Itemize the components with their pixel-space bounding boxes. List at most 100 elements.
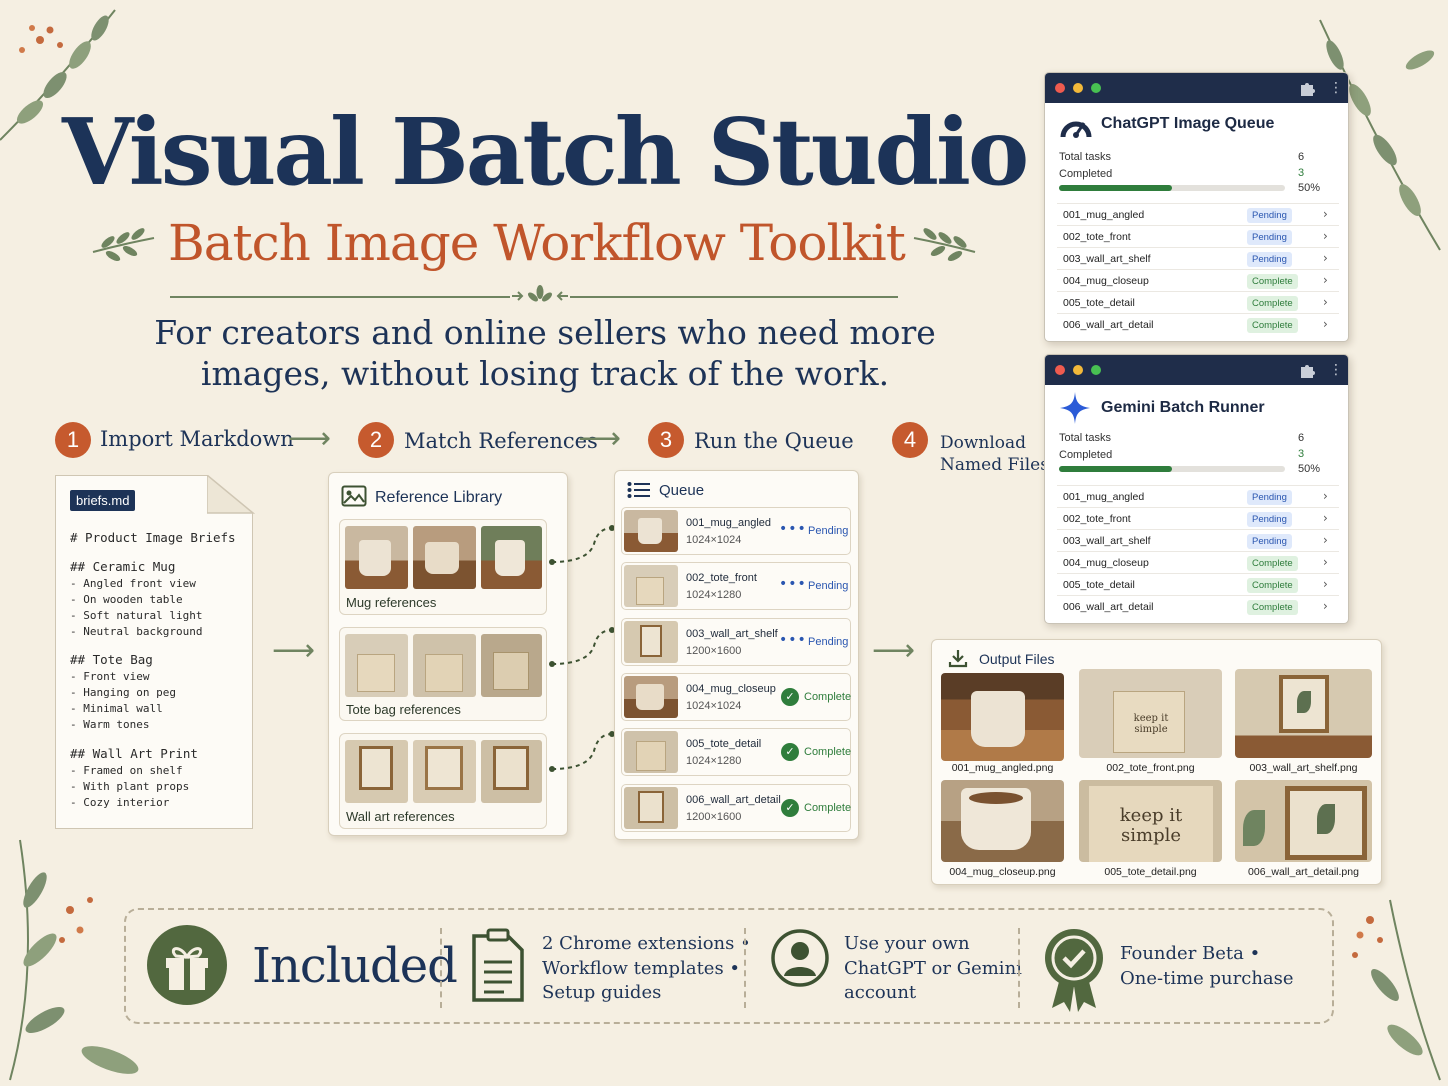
pending-dots-icon: ••• — [779, 576, 807, 592]
ref-group-mug[interactable]: Mug references — [339, 519, 547, 615]
status-badge: Pending — [1247, 208, 1292, 223]
queue-row[interactable]: 005_tote_detail 1024×1280 ✓ Complete — [621, 728, 851, 776]
task-row[interactable]: 006_wall_art_detail Complete › — [1057, 595, 1339, 617]
doc-item: - Minimal wall — [70, 702, 163, 715]
wall-art-reference-thumb — [345, 740, 408, 803]
queue-item-size: 1200×1600 — [686, 811, 742, 823]
close-dot[interactable] — [1055, 365, 1065, 375]
queue-row[interactable]: 006_wall_art_detail 1200×1600 ✓ Complete — [621, 784, 851, 832]
included-item: 2 Chrome extensions • — [542, 933, 751, 954]
output-image[interactable] — [941, 673, 1064, 761]
offer-text: Founder Beta • One-time purchase — [1120, 942, 1294, 991]
total-tasks-value: 6 — [1298, 432, 1305, 444]
queue-item-name: 004_mug_closeup — [686, 683, 776, 695]
step-1-label: Import Markdown — [100, 427, 294, 451]
doc-item: - Framed on shelf — [70, 764, 183, 777]
mug-reference-thumb — [481, 526, 542, 589]
ref-group-wall-art[interactable]: Wall art references — [339, 733, 547, 829]
task-row[interactable]: 002_tote_front Pending › — [1057, 507, 1339, 529]
more-menu-icon[interactable]: ⋮ — [1329, 78, 1343, 98]
minimize-dot[interactable] — [1073, 83, 1083, 93]
task-name: 005_tote_detail — [1063, 297, 1135, 309]
progress-bar — [1059, 185, 1285, 191]
task-row[interactable]: 006_wall_art_detail Complete › — [1057, 313, 1339, 335]
queue-item-size: 1024×1280 — [686, 589, 742, 601]
markdown-document[interactable]: briefs.md # Product Image Briefs ## Cera… — [55, 475, 253, 829]
sprig-right-icon — [913, 228, 976, 262]
output-image[interactable] — [1235, 669, 1372, 758]
chevron-right-icon[interactable]: › — [1323, 577, 1328, 591]
chevron-right-icon[interactable]: › — [1323, 229, 1328, 243]
task-row[interactable]: 004_mug_closeup Complete › — [1057, 269, 1339, 291]
queue-row[interactable]: 001_mug_angled 1024×1024 ••• Pending — [621, 507, 851, 555]
queue-item-status: Complete — [804, 746, 852, 758]
task-row[interactable]: 001_mug_angled Pending › — [1057, 485, 1339, 507]
chevron-right-icon[interactable]: › — [1323, 511, 1328, 525]
output-image[interactable]: keep it simple — [1079, 669, 1222, 758]
check-icon: ✓ — [781, 743, 799, 761]
step-2-label: Match References — [404, 429, 598, 453]
chevron-right-icon[interactable]: › — [1323, 489, 1328, 503]
mug-reference-thumb — [345, 526, 408, 589]
queue-thumb — [624, 731, 678, 773]
progress-fill — [1059, 466, 1172, 472]
queue-row[interactable]: 004_mug_closeup 1024×1024 ✓ Complete — [621, 673, 851, 721]
chevron-right-icon[interactable]: › — [1323, 207, 1328, 221]
minimize-dot[interactable] — [1073, 365, 1083, 375]
close-dot[interactable] — [1055, 83, 1065, 93]
queue-item-size: 1024×1024 — [686, 700, 742, 712]
doc-item: - With plant props — [70, 780, 190, 793]
doc-section-heading: ## Tote Bag — [70, 652, 153, 667]
task-row[interactable]: 003_wall_art_shelf Pending › — [1057, 247, 1339, 269]
chevron-right-icon[interactable]: › — [1323, 273, 1328, 287]
included-banner: Included 2 Chrome extensions • Workflow … — [124, 908, 1334, 1024]
chevron-right-icon[interactable]: › — [1323, 295, 1328, 309]
doc-item: - Soft natural light — [70, 609, 203, 622]
task-row[interactable]: 005_tote_detail Complete › — [1057, 291, 1339, 313]
extension-title: Gemini Batch Runner — [1101, 399, 1265, 416]
puzzle-icon[interactable] — [1298, 80, 1316, 98]
step-3-label: Run the Queue — [694, 429, 854, 453]
document-icon — [472, 928, 524, 1002]
doc-item: - On wooden table — [70, 593, 183, 606]
included-item: Workflow templates • — [542, 957, 741, 979]
chevron-right-icon[interactable]: › — [1323, 533, 1328, 547]
reference-library-panel: Reference Library Mug references Tote ba… — [328, 472, 568, 836]
status-badge: Pending — [1247, 512, 1292, 527]
task-row[interactable]: 005_tote_detail Complete › — [1057, 573, 1339, 595]
completed-value: 3 — [1298, 448, 1305, 460]
output-image[interactable] — [1235, 780, 1372, 862]
output-files-title: Output Files — [979, 651, 1055, 667]
doc-section-heading: ## Wall Art Print — [70, 746, 198, 761]
total-tasks-label: Total tasks — [1059, 432, 1111, 444]
task-row[interactable]: 004_mug_closeup Complete › — [1057, 551, 1339, 573]
queue-row[interactable]: 003_wall_art_shelf 1200×1600 ••• Pending — [621, 618, 851, 666]
offer-line: Founder Beta • — [1120, 943, 1261, 964]
task-row[interactable]: 002_tote_front Pending › — [1057, 225, 1339, 247]
extension-title: ChatGPT Image Queue — [1101, 115, 1275, 132]
task-row[interactable]: 001_mug_angled Pending › — [1057, 203, 1339, 225]
account-text: Use your own ChatGPT or Gemini account — [844, 932, 1022, 1006]
queue-row[interactable]: 002_tote_front 1024×1280 ••• Pending — [621, 562, 851, 610]
chevron-right-icon[interactable]: › — [1323, 317, 1328, 331]
maximize-dot[interactable] — [1091, 365, 1101, 375]
chevron-right-icon[interactable]: › — [1323, 251, 1328, 265]
task-row[interactable]: 003_wall_art_shelf Pending › — [1057, 529, 1339, 551]
chevron-right-icon[interactable]: › — [1323, 555, 1328, 569]
ref-group-tote[interactable]: Tote bag references — [339, 627, 547, 721]
progress-fill — [1059, 185, 1172, 191]
chevron-right-icon[interactable]: › — [1323, 599, 1328, 613]
more-menu-icon[interactable]: ⋮ — [1329, 360, 1343, 380]
queue-item-name: 002_tote_front — [686, 572, 757, 584]
output-image[interactable] — [941, 780, 1064, 862]
download-icon[interactable] — [948, 648, 968, 668]
separator — [1018, 928, 1020, 1008]
wall-art-reference-thumb — [413, 740, 476, 803]
queue-thumb — [624, 510, 678, 552]
progress-percent: 50% — [1298, 182, 1321, 194]
task-name: 004_mug_closeup — [1063, 275, 1149, 287]
maximize-dot[interactable] — [1091, 83, 1101, 93]
puzzle-icon[interactable] — [1298, 362, 1316, 380]
output-image[interactable]: keep it simple — [1079, 780, 1222, 862]
task-name: 003_wall_art_shelf — [1063, 535, 1151, 547]
